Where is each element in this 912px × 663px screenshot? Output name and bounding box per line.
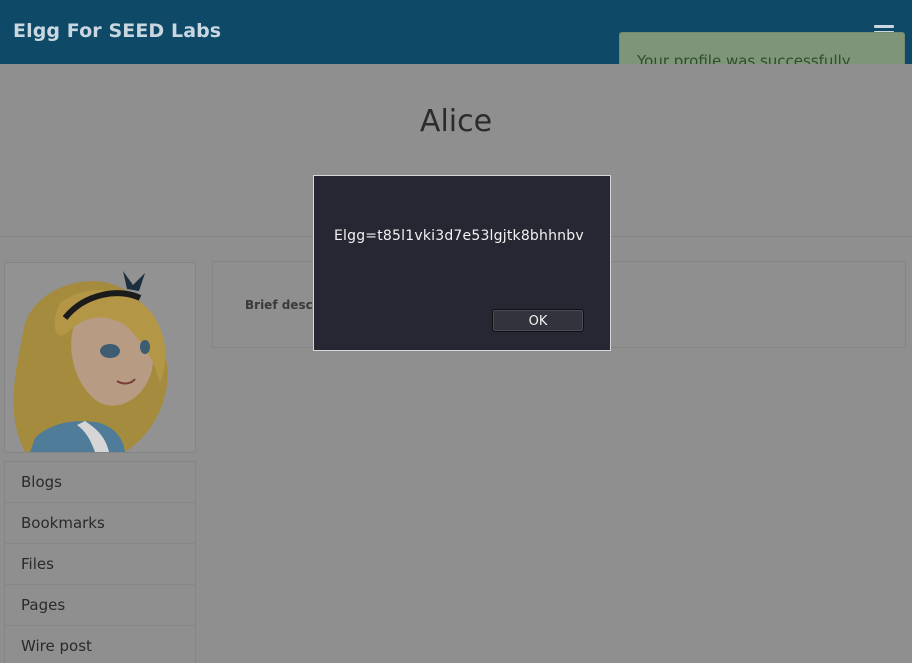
ok-button[interactable]: OK — [492, 309, 584, 332]
brief-description-label: Brief descri — [245, 298, 323, 312]
side-menu-item-files[interactable]: Files — [5, 544, 195, 585]
side-menu-item-pages[interactable]: Pages — [5, 585, 195, 626]
avatar[interactable] — [4, 262, 196, 453]
side-menu-item-bookmarks[interactable]: Bookmarks — [5, 503, 195, 544]
alert-message: Elgg=t85l1vki3d7e53lgjtk8bhhnbv — [334, 228, 584, 244]
side-menu-item-blogs[interactable]: Blogs — [5, 462, 195, 503]
side-menu-item-wire-post[interactable]: Wire post — [5, 626, 195, 663]
alert-dialog: Elgg=t85l1vki3d7e53lgjtk8bhhnbv OK — [313, 175, 611, 351]
avatar-image — [5, 263, 195, 452]
profile-side-menu: Blogs Bookmarks Files Pages Wire post — [4, 461, 196, 663]
site-title[interactable]: Elgg For SEED Labs — [13, 20, 221, 42]
profile-name: Alice — [419, 104, 493, 139]
page: Elgg For SEED Labs Your profile was succ… — [0, 0, 912, 663]
